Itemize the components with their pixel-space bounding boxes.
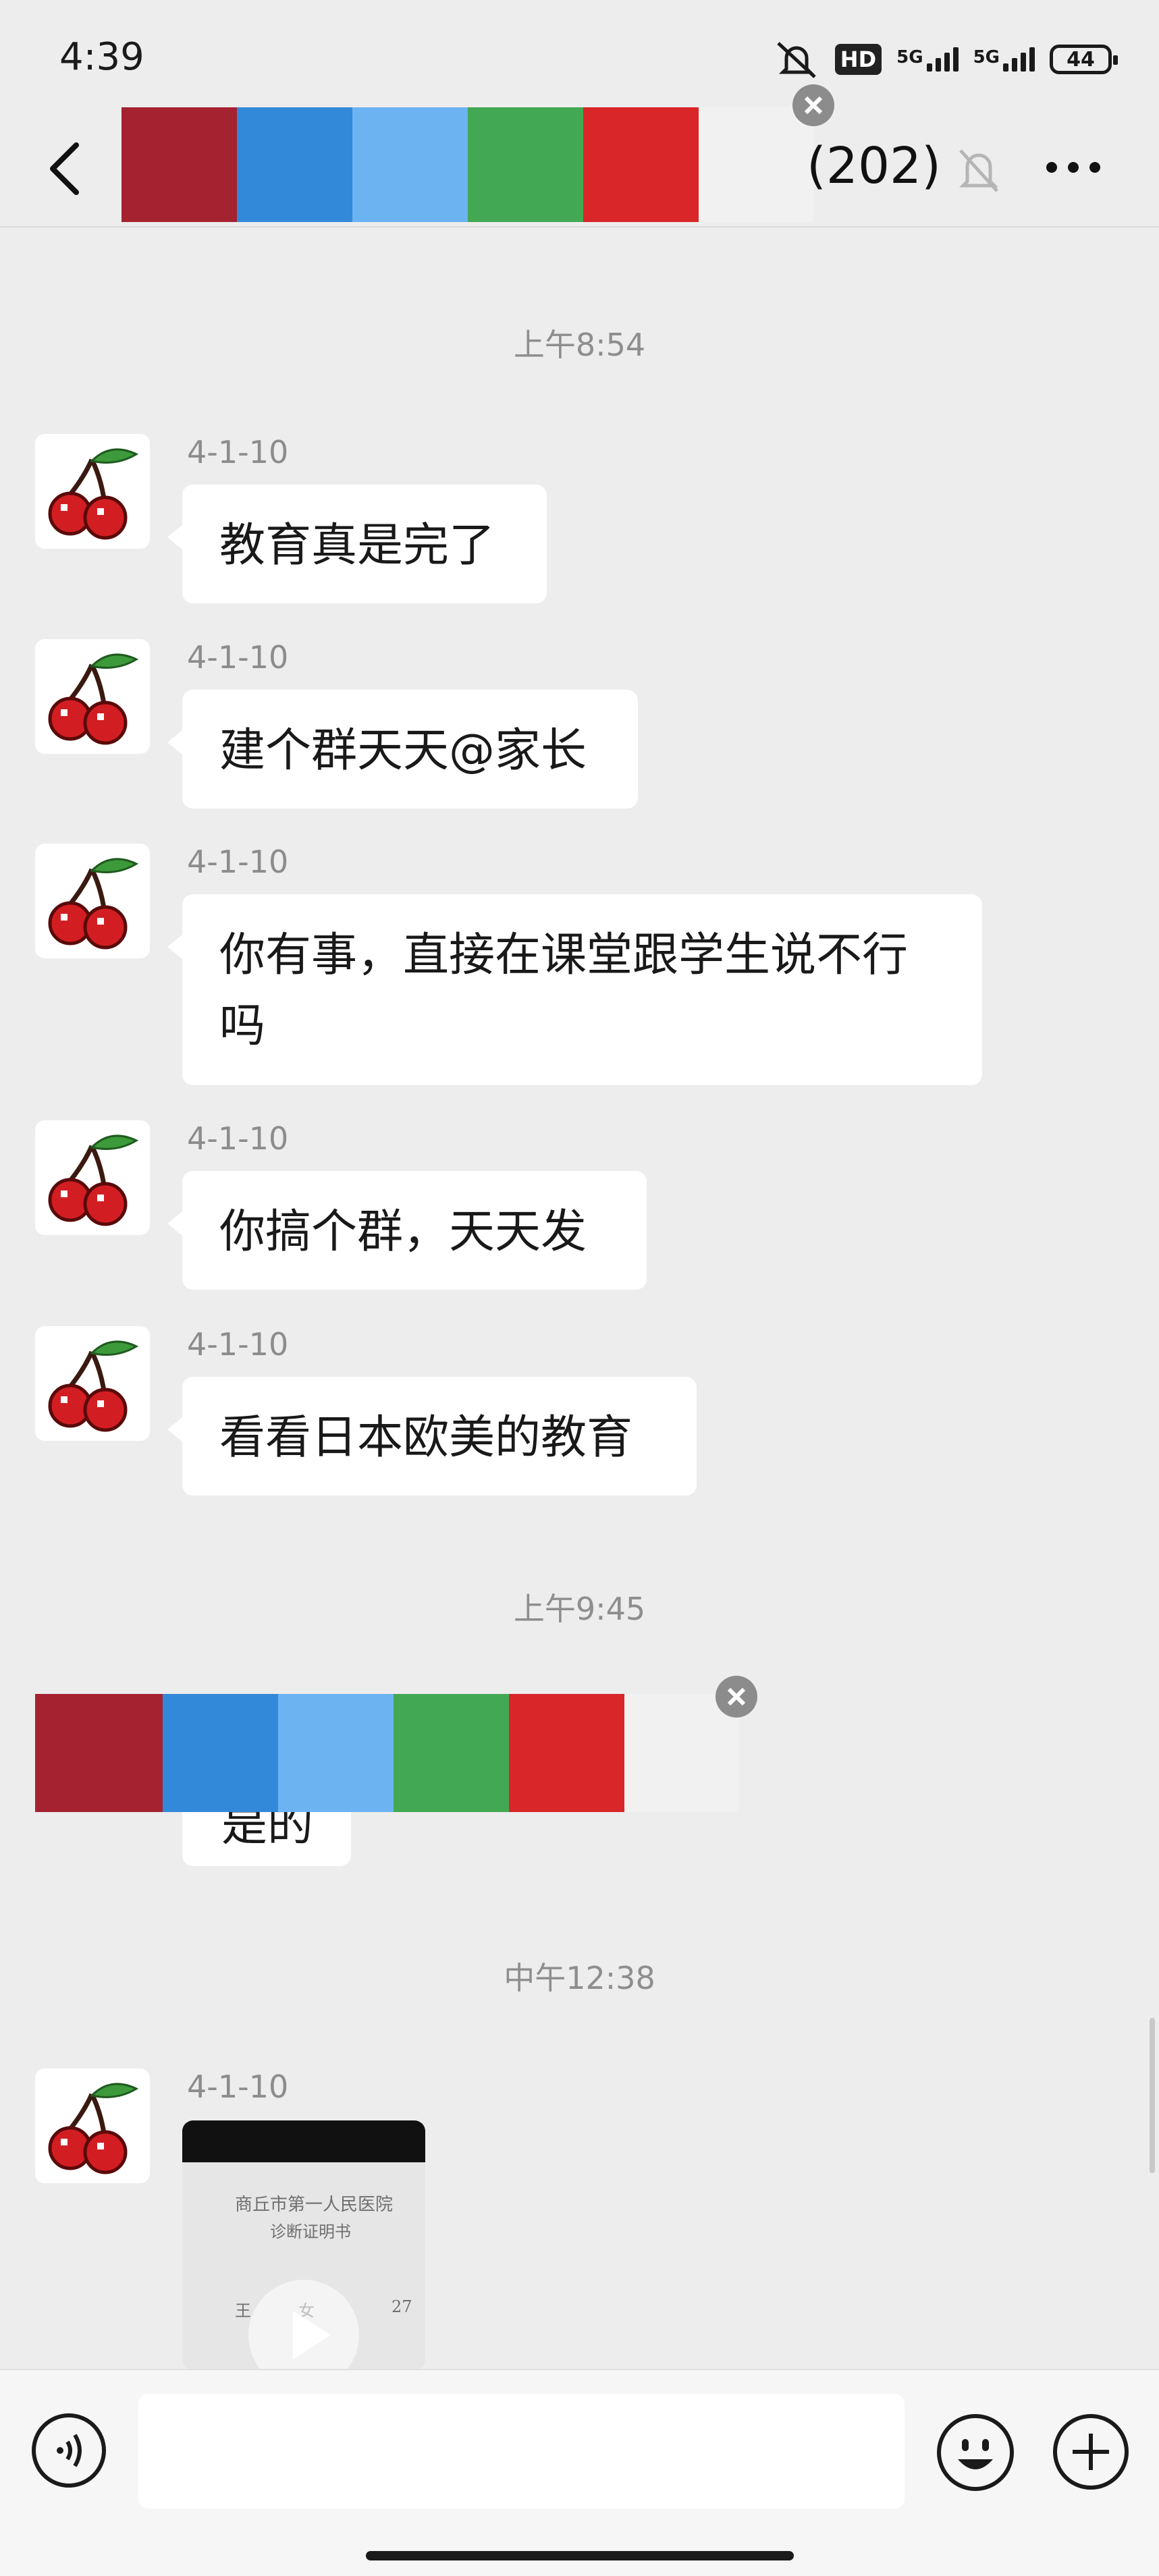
signal-icon: 5G [896, 47, 959, 72]
redaction-block [278, 1694, 394, 1812]
message-input[interactable] [138, 2394, 905, 2509]
redaction-bar [122, 107, 813, 222]
sender-name: 4-1-10 [187, 844, 289, 880]
sender-name: 4-1-10 [187, 1326, 289, 1363]
redaction-bar [35, 1694, 739, 1812]
cherry-avatar-icon [48, 653, 139, 745]
doc-title: 商丘市第一人民医院 [235, 2195, 394, 2215]
battery-icon: 44 [1050, 45, 1118, 74]
group-member-count: (202) [807, 137, 941, 195]
message-text: 吗 [219, 999, 266, 1053]
plus-icon[interactable] [1051, 2412, 1131, 2492]
avatar[interactable] [35, 1120, 150, 1235]
close-icon [716, 1676, 757, 1718]
more-options-button[interactable] [1046, 162, 1100, 173]
sender-name: 4-1-10 [187, 1120, 289, 1157]
back-icon[interactable] [39, 138, 93, 199]
sender-name: 4-1-10 [187, 2068, 289, 2105]
message-bubble[interactable]: 建个群天天@家长 [167, 690, 638, 809]
doc-subtitle: 诊断证明书 [270, 2222, 351, 2241]
message-bubble[interactable]: 教育真是完了 [167, 485, 547, 603]
video-letterbox [182, 2120, 425, 2162]
status-bar: 4:39 HD 5G 5G 44 [0, 0, 1159, 115]
cherry-avatar-icon [48, 2083, 139, 2174]
chat-header: (202) [0, 84, 1159, 227]
muted-bell-icon [777, 42, 816, 78]
redaction-block [394, 1694, 509, 1812]
redaction-block [509, 1694, 624, 1812]
status-icons: HD 5G 5G 44 [773, 35, 1118, 84]
play-icon[interactable] [248, 2280, 359, 2370]
avatar[interactable] [35, 434, 150, 549]
sender-name: 4-1-10 [187, 434, 289, 470]
dot [1068, 162, 1079, 173]
message-text: 你有事，直接在课堂跟学生说不行 [219, 929, 909, 982]
cherry-avatar-icon [48, 448, 139, 540]
redaction-block [237, 107, 352, 222]
message-bubble[interactable]: 你搞个群，天天发 [167, 1171, 647, 1290]
message-text: 建个群天天@家长 [219, 724, 587, 777]
sender-name: 4-1-10 [187, 639, 289, 676]
redaction-block [352, 107, 468, 222]
doc-age: 27 [392, 2297, 412, 2316]
redaction-block [468, 107, 583, 222]
avatar[interactable] [35, 639, 150, 754]
status-time: 4:39 [59, 35, 144, 79]
time-separator: 中午12:38 [504, 1960, 655, 1996]
redaction-block [699, 107, 813, 222]
avatar[interactable] [35, 1326, 150, 1441]
time-separator: 上午8:54 [513, 327, 646, 363]
video-message[interactable]: 商丘市第一人民医院 诊断证明书 王 女 27 [182, 2120, 425, 2370]
close-icon [792, 84, 834, 126]
cherry-avatar-icon [48, 1340, 139, 1432]
dot [1046, 162, 1057, 173]
scrollbar[interactable] [1150, 2018, 1155, 2173]
message-bubble[interactable]: 你有事，直接在课堂跟学生说不行 吗 [167, 894, 982, 1085]
cherry-avatar-icon [48, 1134, 139, 1226]
mute-bell-icon [959, 149, 999, 192]
message-text: 看看日本欧美的教育 [219, 1411, 633, 1464]
input-bar [0, 2369, 1159, 2576]
redaction-block [122, 107, 237, 222]
home-indicator [366, 2551, 794, 2560]
emoji-icon[interactable] [935, 2412, 1016, 2493]
doc-name: 王 [235, 2301, 251, 2320]
redaction-block [163, 1694, 278, 1812]
voice-input-icon[interactable] [30, 2412, 107, 2489]
dot [1089, 162, 1100, 173]
message-text: 教育真是完了 [219, 519, 495, 572]
redaction-block [35, 1694, 47, 1812]
redaction-block [47, 1694, 163, 1812]
message-bubble[interactable]: 看看日本欧美的教育 [167, 1377, 697, 1496]
hd-badge: HD [834, 44, 882, 75]
message-text: 你搞个群，天天发 [219, 1205, 587, 1259]
signal-icon: 5G [973, 47, 1035, 72]
avatar[interactable] [35, 844, 150, 958]
avatar[interactable] [35, 2068, 150, 2183]
network-type-label: 5G [896, 47, 923, 67]
time-separator: 上午9:45 [513, 1591, 646, 1627]
redaction-block [583, 107, 699, 222]
network-type-label: 5G [973, 47, 1000, 67]
cherry-avatar-icon [48, 858, 139, 950]
